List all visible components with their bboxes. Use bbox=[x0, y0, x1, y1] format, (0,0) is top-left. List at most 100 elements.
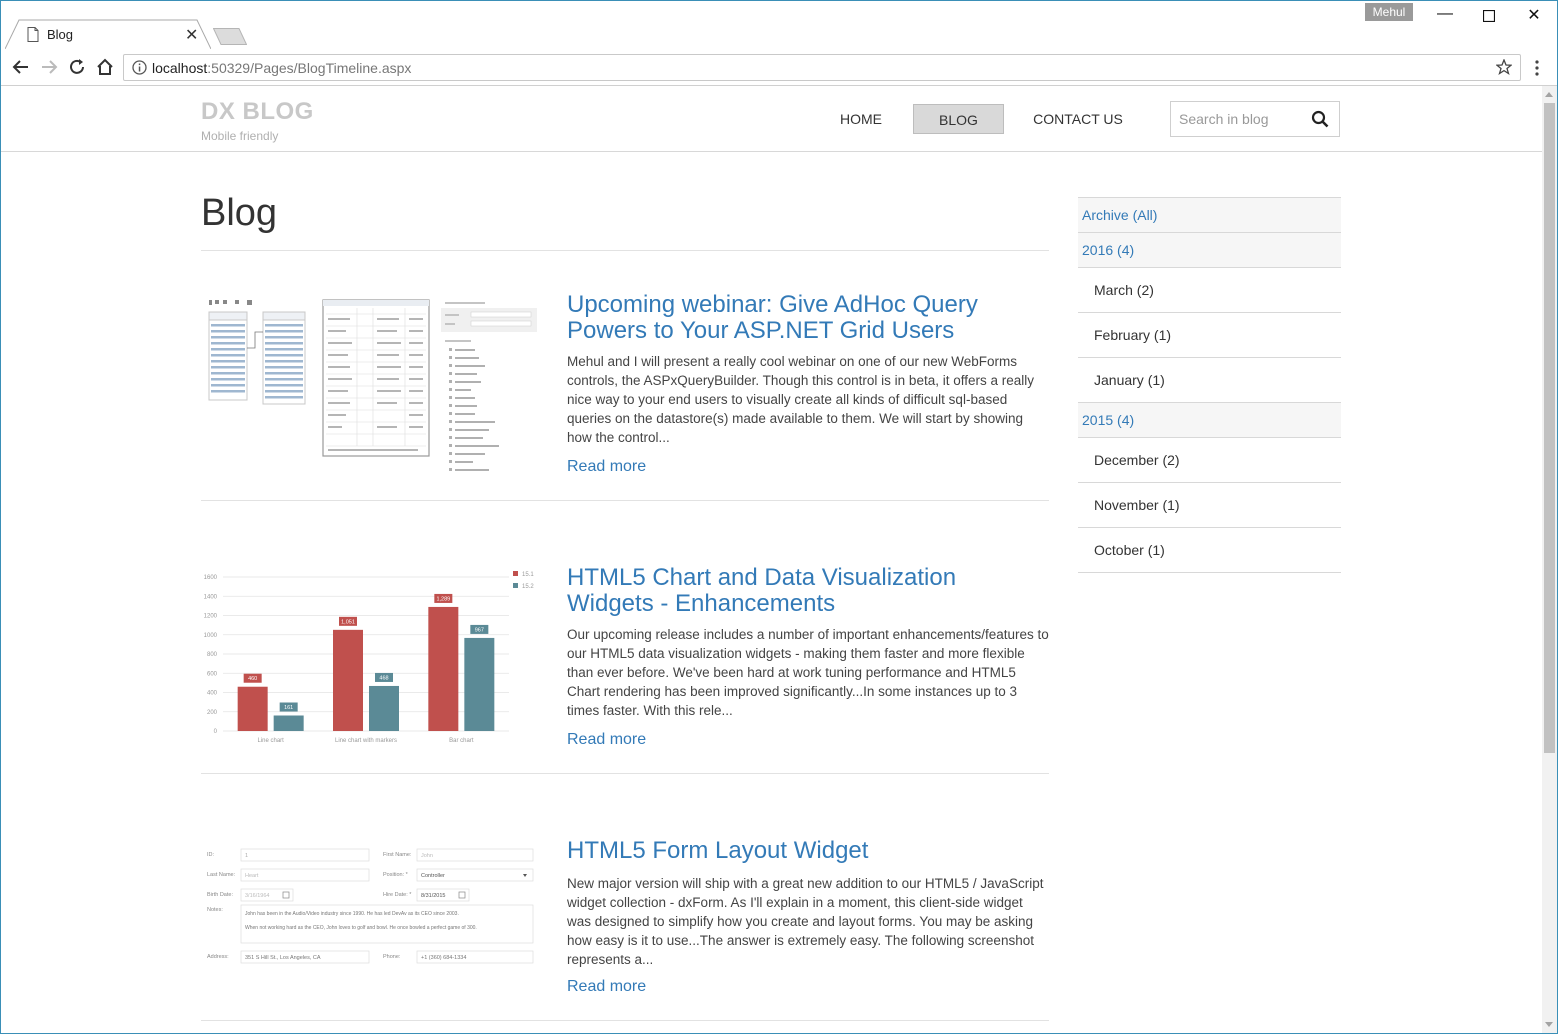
page-scrollbar[interactable] bbox=[1542, 86, 1557, 1033]
archive-all-link[interactable]: Archive (All) bbox=[1078, 198, 1341, 233]
chart-legend-label: 15.1 bbox=[522, 572, 534, 578]
chart-bar bbox=[369, 685, 399, 731]
url-text[interactable]: localhost:50329/Pages/BlogTimeline.aspx bbox=[152, 60, 411, 76]
search-input[interactable] bbox=[1179, 111, 1299, 127]
form-value: 3/16/1964 bbox=[245, 893, 269, 899]
home-icon[interactable] bbox=[95, 57, 115, 77]
back-arrow-icon[interactable] bbox=[11, 57, 31, 77]
form-layout-thumbnail[interactable]: ID: 1 First Name: John Last Name: Heart … bbox=[201, 844, 541, 974]
form-label: Phone: bbox=[383, 954, 401, 960]
read-more-link[interactable]: Read more bbox=[567, 978, 646, 996]
form-value: Controller bbox=[421, 873, 445, 879]
chart-x-tick-label: Line chart bbox=[257, 738, 284, 744]
form-label: Last Name: bbox=[207, 872, 236, 878]
blog-post: ID: 1 First Name: John Last Name: Heart … bbox=[201, 828, 1049, 1033]
site-tagline: Mobile friendly bbox=[201, 129, 279, 143]
chart-data-label: 460 bbox=[248, 676, 257, 682]
search-icon[interactable] bbox=[1311, 110, 1329, 128]
new-tab-button[interactable] bbox=[213, 28, 247, 45]
forward-arrow-icon[interactable] bbox=[39, 57, 59, 77]
nav-home[interactable]: HOME bbox=[827, 104, 895, 134]
archive-month[interactable]: December (2) bbox=[1078, 438, 1341, 483]
profile-badge[interactable]: Mehul bbox=[1365, 3, 1413, 21]
browser-menu-icon[interactable] bbox=[1534, 59, 1540, 77]
post-excerpt: New major version will ship with a great… bbox=[567, 876, 1044, 967]
post-divider bbox=[201, 1020, 1049, 1021]
address-bar[interactable]: localhost:50329/Pages/BlogTimeline.aspx bbox=[123, 54, 1521, 81]
scroll-down-icon[interactable] bbox=[1545, 1022, 1553, 1027]
form-value: 8/31/2015 bbox=[421, 893, 445, 899]
chart-bar bbox=[428, 606, 459, 731]
minimize-icon[interactable]: — bbox=[1431, 5, 1459, 27]
form-label: Notes: bbox=[207, 907, 223, 913]
blog-post: Upcoming webinar: Give AdHoc Query Power… bbox=[201, 282, 1049, 502]
chart-legend-marker bbox=[513, 583, 518, 588]
post-divider bbox=[201, 773, 1049, 774]
window-close-icon[interactable]: ✕ bbox=[1520, 5, 1548, 27]
post-title[interactable]: Upcoming webinar: Give AdHoc Query Power… bbox=[567, 292, 1037, 344]
post-title[interactable]: HTML5 Chart and Data Visualization Widge… bbox=[567, 565, 1037, 617]
chart-bar bbox=[333, 629, 363, 731]
chart-y-tick-label: 1600 bbox=[204, 575, 218, 581]
archive-year-2016[interactable]: 2016 (4) bbox=[1078, 233, 1341, 268]
chart-bar bbox=[273, 715, 304, 731]
tab-close-icon[interactable]: ✕ bbox=[185, 25, 198, 45]
read-more-link[interactable]: Read more bbox=[567, 731, 646, 749]
chart-y-tick-label: 200 bbox=[207, 710, 218, 716]
chart-y-tick-label: 0 bbox=[214, 729, 218, 735]
chart-y-tick-label: 1200 bbox=[204, 614, 218, 620]
chart-x-tick-label: Bar chart bbox=[449, 738, 474, 744]
site-brand[interactable]: DX BLOG bbox=[201, 98, 314, 126]
form-value: John bbox=[421, 853, 433, 859]
form-label: Birth Date: bbox=[207, 892, 233, 898]
form-value: When not working hard as the CEO, John l… bbox=[245, 925, 477, 931]
nav-blog[interactable]: BLOG bbox=[913, 104, 1004, 134]
info-icon[interactable] bbox=[132, 60, 147, 75]
maximize-icon[interactable] bbox=[1475, 5, 1503, 27]
chart-y-tick-label: 800 bbox=[207, 652, 218, 658]
scroll-up-icon[interactable] bbox=[1545, 92, 1553, 97]
form-label: Hire Date: * bbox=[383, 892, 412, 898]
query-builder-thumbnail[interactable] bbox=[201, 296, 541, 476]
post-excerpt: Our upcoming release includes a number o… bbox=[567, 627, 1049, 718]
chart-bar bbox=[464, 637, 495, 731]
archive-month[interactable]: February (1) bbox=[1078, 313, 1341, 358]
chart-data-label: 1,289 bbox=[436, 596, 450, 602]
blog-post: 0 200 400 600 800 1000 1200 1400 1600 460 161 Line … bbox=[201, 555, 1049, 775]
chart-data-label: 161 bbox=[284, 705, 293, 711]
chart-y-tick-label: 600 bbox=[207, 671, 218, 677]
page-title: Blog bbox=[201, 192, 278, 234]
chart-legend-marker bbox=[513, 571, 518, 576]
title-divider bbox=[201, 250, 1049, 251]
tab-title[interactable]: Blog bbox=[47, 27, 73, 42]
archive-year-2015[interactable]: 2015 (4) bbox=[1078, 403, 1341, 438]
archive-sidebar: Archive (All) 2016 (4) March (2) Februar… bbox=[1078, 197, 1341, 573]
read-more-link[interactable]: Read more bbox=[567, 458, 646, 476]
archive-month[interactable]: October (1) bbox=[1078, 528, 1341, 573]
chart-data-label: 967 bbox=[475, 627, 484, 633]
reload-icon[interactable] bbox=[67, 57, 87, 77]
chart-data-label: 1,051 bbox=[341, 619, 355, 625]
bar-chart-thumbnail[interactable]: 0 200 400 600 800 1000 1200 1400 1600 460 161 Line … bbox=[201, 567, 541, 751]
form-label: Address: bbox=[207, 954, 229, 960]
form-value: +1 (360) 684-1334 bbox=[421, 955, 466, 961]
archive-month[interactable]: March (2) bbox=[1078, 268, 1341, 313]
chart-y-tick-label: 400 bbox=[207, 691, 218, 697]
form-value: Heart bbox=[245, 873, 259, 879]
form-label: ID: bbox=[207, 852, 215, 858]
tab-strip: Blog ✕ Mehul — ✕ bbox=[1, 1, 1557, 49]
bookmark-star-icon[interactable] bbox=[1496, 59, 1512, 75]
chart-legend-label: 15.2 bbox=[522, 584, 534, 590]
post-divider bbox=[201, 500, 1049, 501]
scrollbar-thumb[interactable] bbox=[1544, 103, 1555, 753]
form-value: 351 S Hill St., Los Angeles, CA bbox=[245, 955, 321, 961]
archive-month[interactable]: January (1) bbox=[1078, 358, 1341, 403]
page-viewport: DX BLOG Mobile friendly HOME BLOG CONTAC… bbox=[1, 86, 1542, 1033]
search-box bbox=[1170, 101, 1340, 137]
form-label: Position: * bbox=[383, 872, 409, 878]
form-value: 1 bbox=[245, 853, 248, 859]
archive-month[interactable]: November (1) bbox=[1078, 483, 1341, 528]
post-title[interactable]: HTML5 Form Layout Widget bbox=[567, 838, 1037, 864]
nav-contact-us[interactable]: CONTACT US bbox=[1023, 104, 1133, 134]
browser-toolbar: localhost:50329/Pages/BlogTimeline.aspx bbox=[1, 49, 1557, 86]
